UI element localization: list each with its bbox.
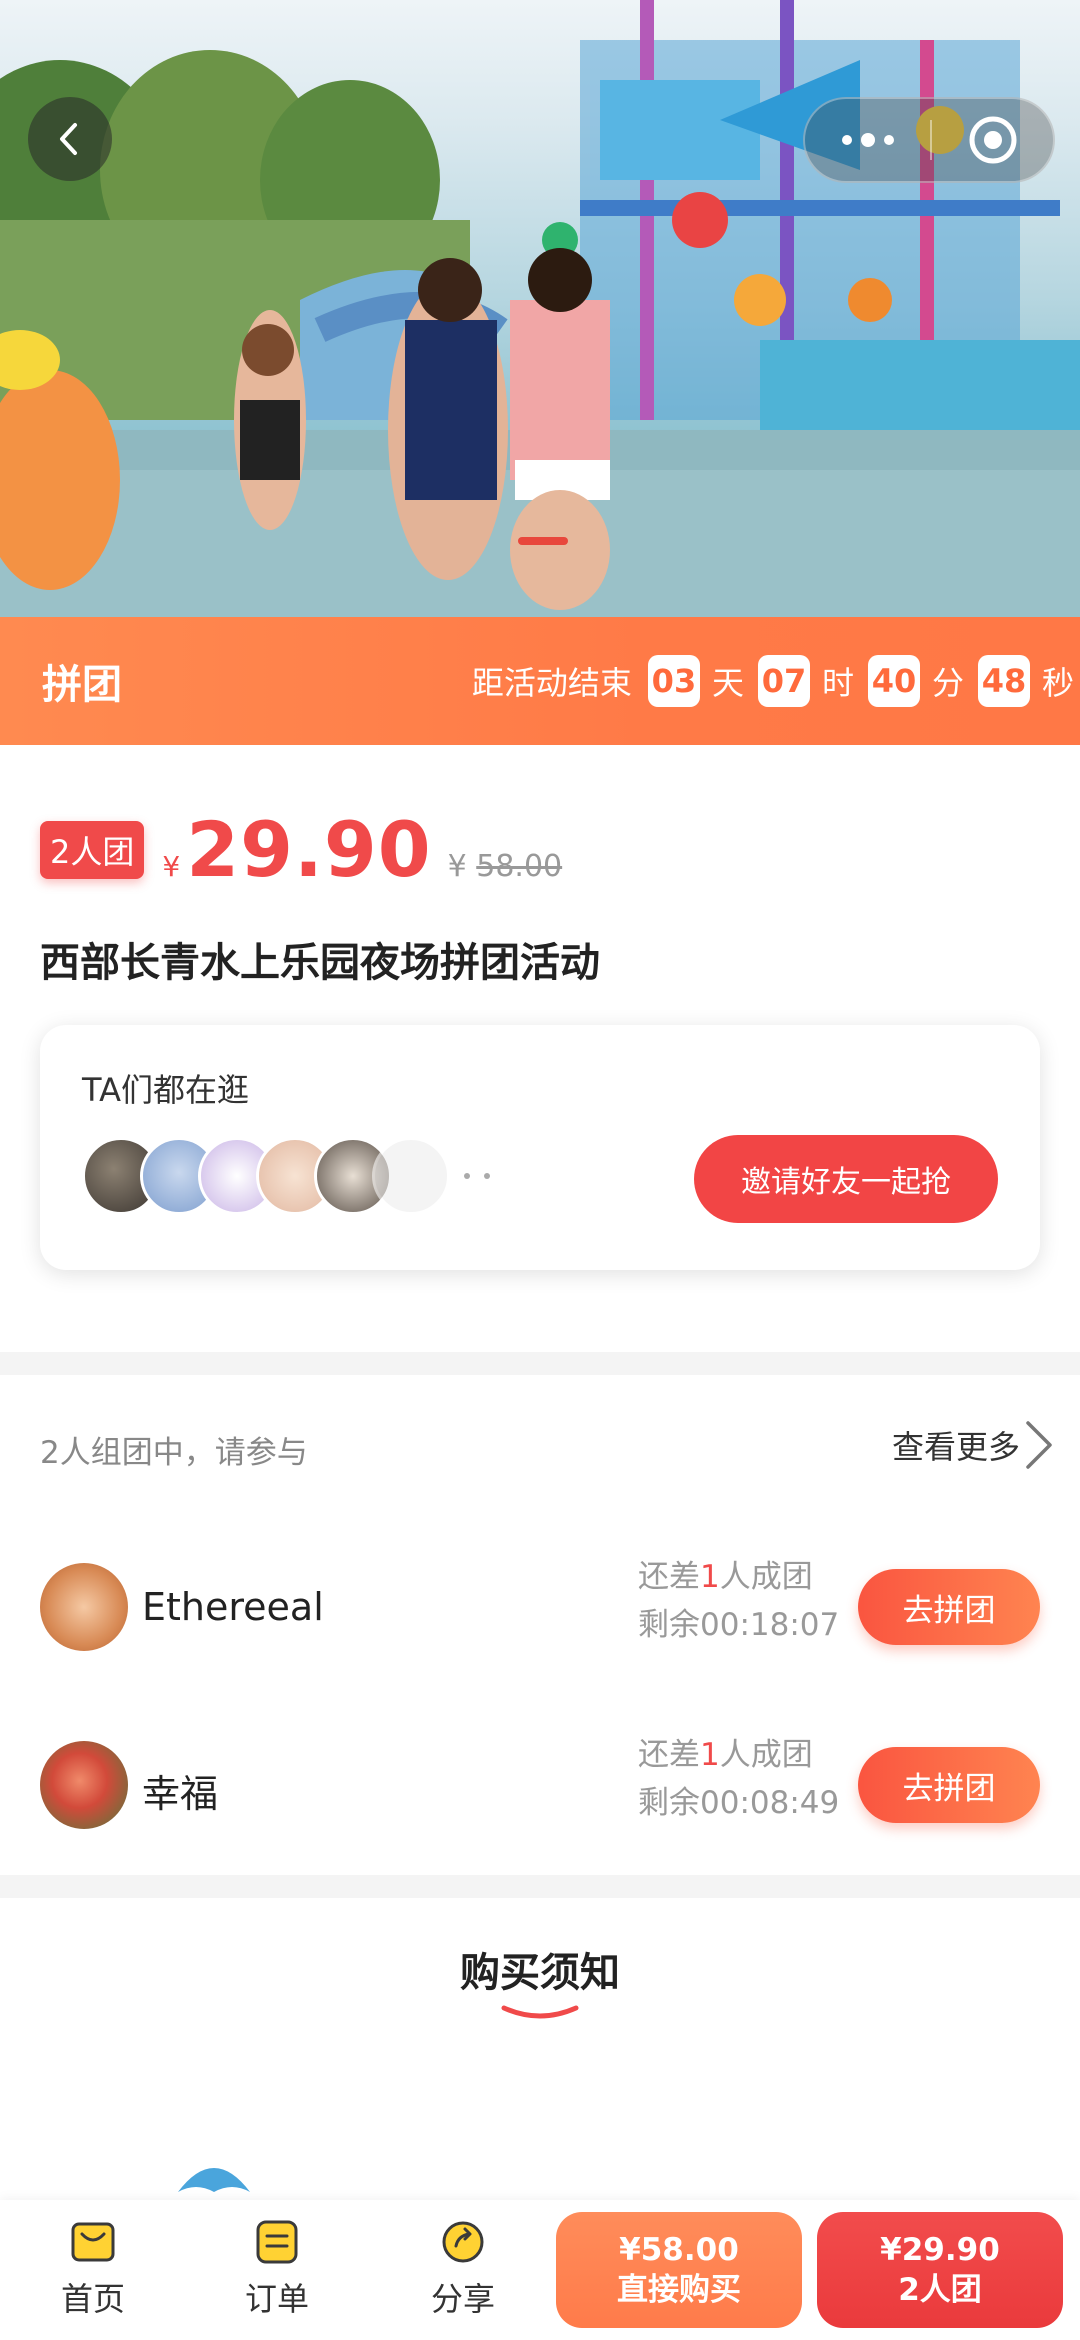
group-size-badge: 2人团 <box>40 820 145 879</box>
nav-share-label: 分享 <box>430 2280 495 2318</box>
nav-orders[interactable]: 订单 <box>222 2216 332 2320</box>
product-info: 2人团 ¥ 29.90 ¥ 58.00 西部长青水上乐园夜场拼团活动 TA们都在… <box>0 745 1080 1352</box>
countdown-hours: 07 <box>757 655 810 707</box>
original-price-currency: ¥ <box>447 849 467 884</box>
carousel-indicator <box>518 537 568 545</box>
browsing-users-card: TA们都在逛 邀请好友一起抢 <box>40 1025 1040 1270</box>
countdown-timer: 距活动结束 03 天 07 时 40 分 48 秒 <box>472 617 1074 745</box>
view-more-label: 查看更多 <box>891 1428 1020 1466</box>
countdown-hours-unit: 时 <box>821 664 854 702</box>
join-group-button[interactable]: 去拼团 <box>858 1569 1040 1645</box>
original-price-value: 58.00 <box>476 849 563 884</box>
group-leader-name: 幸福 <box>142 1772 219 1816</box>
countdown-seconds-unit: 秒 <box>1041 664 1074 702</box>
nav-home[interactable]: 首页 <box>38 2216 148 2320</box>
group-buy-tag: 拼团 <box>42 662 122 708</box>
chevron-right-icon <box>1026 1421 1052 1469</box>
group-buy-button[interactable]: ¥29.90 2人团 <box>817 2212 1063 2328</box>
time-remaining: 剩余00:18:07 <box>638 1607 840 1643</box>
home-bag-icon <box>71 2222 115 2262</box>
countdown-days: 03 <box>647 655 700 707</box>
share-icon <box>442 2221 484 2263</box>
group-leader-name: Ethereeal <box>142 1585 324 1629</box>
chevron-left-icon <box>60 123 77 155</box>
nav-share[interactable]: 分享 <box>408 2216 518 2320</box>
group-row: 幸福 还差1人成团 剩余00:08:49 去拼团 <box>0 1725 1080 1845</box>
direct-buy-price: ¥58.00 <box>619 2232 739 2268</box>
group-buy-price: ¥29.90 <box>880 2232 1000 2268</box>
mini-program-capsule <box>803 97 1055 183</box>
hero-banner[interactable] <box>0 0 1080 617</box>
user-avatar <box>40 1563 128 1651</box>
time-remaining: 剩余00:08:49 <box>638 1785 840 1821</box>
price-currency: ¥ <box>162 850 181 883</box>
more-dots-icon[interactable] <box>805 99 930 181</box>
view-more-link[interactable]: 查看更多 <box>892 1417 1056 1473</box>
more-avatars-dots <box>464 1173 490 1179</box>
countdown-label: 距活动结束 <box>471 664 632 702</box>
bottom-action-bar: 首页 订单 分享 ¥58.00 直接购买 ¥29.90 2人团 <box>0 2200 1080 2340</box>
umbrella-icon <box>178 2168 250 2192</box>
countdown-days-unit: 天 <box>711 664 744 702</box>
browsing-label: TA们都在逛 <box>82 1071 249 1109</box>
group-row: Ethereeal 还差1人成团 剩余00:18:07 去拼团 <box>0 1547 1080 1667</box>
countdown-seconds: 48 <box>977 655 1030 707</box>
group-buy-bar: 拼团 距活动结束 03 天 07 时 40 分 48 秒 <box>0 617 1080 745</box>
original-price: ¥ 58.00 <box>448 849 563 884</box>
group-buy-label: 2人团 <box>898 2272 982 2308</box>
water-park-photo <box>0 0 1080 617</box>
back-button[interactable] <box>28 97 112 181</box>
members-needed: 还差1人成团 <box>638 1737 813 1773</box>
countdown-minutes-unit: 分 <box>931 664 964 702</box>
purchase-notice-heading: 购买须知 <box>460 1950 620 1996</box>
direct-buy-label: 直接购买 <box>617 2272 741 2308</box>
group-status: 还差1人成团 剩余00:18:07 <box>638 1553 839 1649</box>
countdown-minutes: 40 <box>867 655 920 707</box>
target-circle-icon[interactable] <box>932 99 1053 181</box>
group-status: 还差1人成团 剩余00:08:49 <box>638 1731 839 1827</box>
nav-orders-label: 订单 <box>244 2280 309 2318</box>
open-groups-heading: 2人组团中，请参与 <box>40 1435 308 1471</box>
orders-list-icon <box>256 2220 298 2264</box>
group-price: 29.90 <box>186 805 432 894</box>
join-group-button[interactable]: 去拼团 <box>858 1747 1040 1823</box>
user-avatar <box>40 1741 128 1829</box>
direct-buy-button[interactable]: ¥58.00 直接购买 <box>556 2212 802 2328</box>
product-title: 西部长青水上乐园夜场拼团活动 <box>40 940 600 986</box>
heading-underline <box>501 2005 579 2019</box>
open-groups-section: 2人组团中，请参与 查看更多 Ethereeal 还差1人成团 剩余00:18:… <box>0 1375 1080 1875</box>
nav-home-label: 首页 <box>60 2280 125 2318</box>
price-row: 2人团 ¥ 29.90 ¥ 58.00 <box>40 805 562 894</box>
avatar <box>372 1137 450 1215</box>
browsing-avatars <box>82 1137 490 1215</box>
members-needed: 还差1人成团 <box>638 1559 813 1595</box>
invite-friends-button[interactable]: 邀请好友一起抢 <box>694 1135 998 1223</box>
